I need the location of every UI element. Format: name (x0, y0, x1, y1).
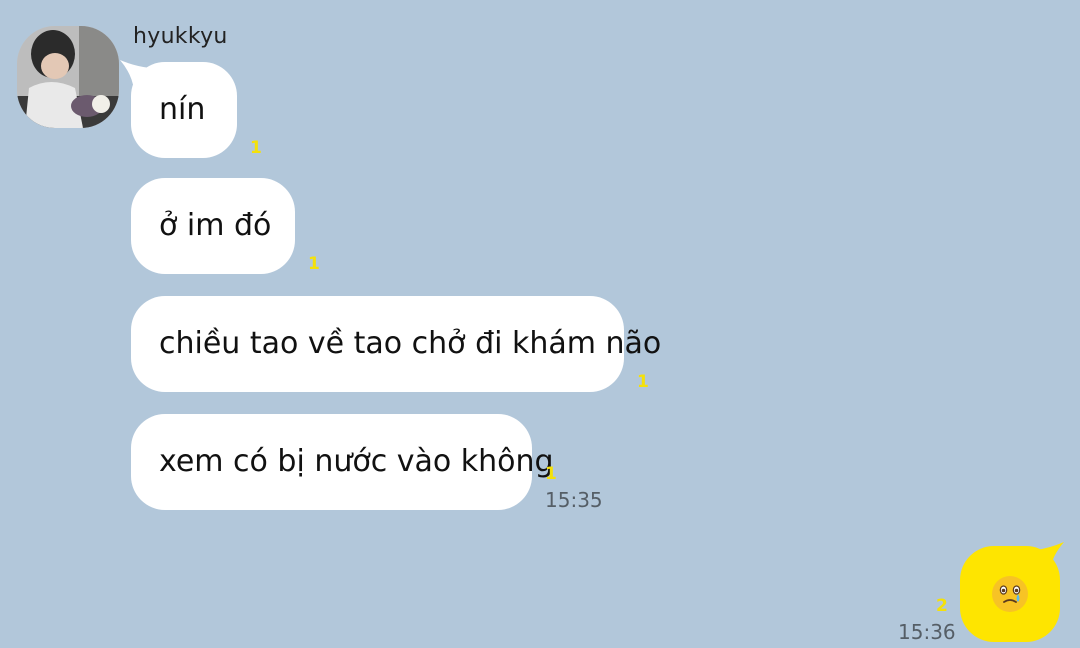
message-time: 15:35 (545, 488, 603, 512)
message-bubble[interactable]: ở im đó (131, 178, 295, 274)
unread-count: 2 (936, 596, 948, 616)
unread-count: 1 (637, 372, 649, 392)
message-bubble[interactable]: xem có bị nước vào không (131, 414, 554, 510)
chat-room: hyukkyu nín 1 ở im đó 1 chiều tao về tao… (0, 0, 1080, 648)
unread-count: 1 (545, 464, 557, 484)
sender-avatar[interactable] (17, 26, 119, 128)
sender-name: hyukkyu (133, 24, 228, 49)
message-bubble[interactable]: nín (131, 62, 237, 158)
message-text: ở im đó (159, 208, 272, 243)
profile-photo-icon (17, 26, 119, 128)
message-time: 15:36 (898, 620, 956, 644)
face-holding-back-tears-icon (992, 576, 1028, 612)
message-bubble[interactable]: chiều tao về tao chở đi khám não (131, 296, 661, 392)
message-text: xem có bị nước vào không (159, 444, 554, 479)
unread-count: 1 (250, 138, 262, 158)
bubble-tail-outgoing (1036, 542, 1064, 570)
message-text: nín (159, 92, 206, 127)
unread-count: 1 (308, 254, 320, 274)
message-text: chiều tao về tao chở đi khám não (159, 326, 662, 361)
